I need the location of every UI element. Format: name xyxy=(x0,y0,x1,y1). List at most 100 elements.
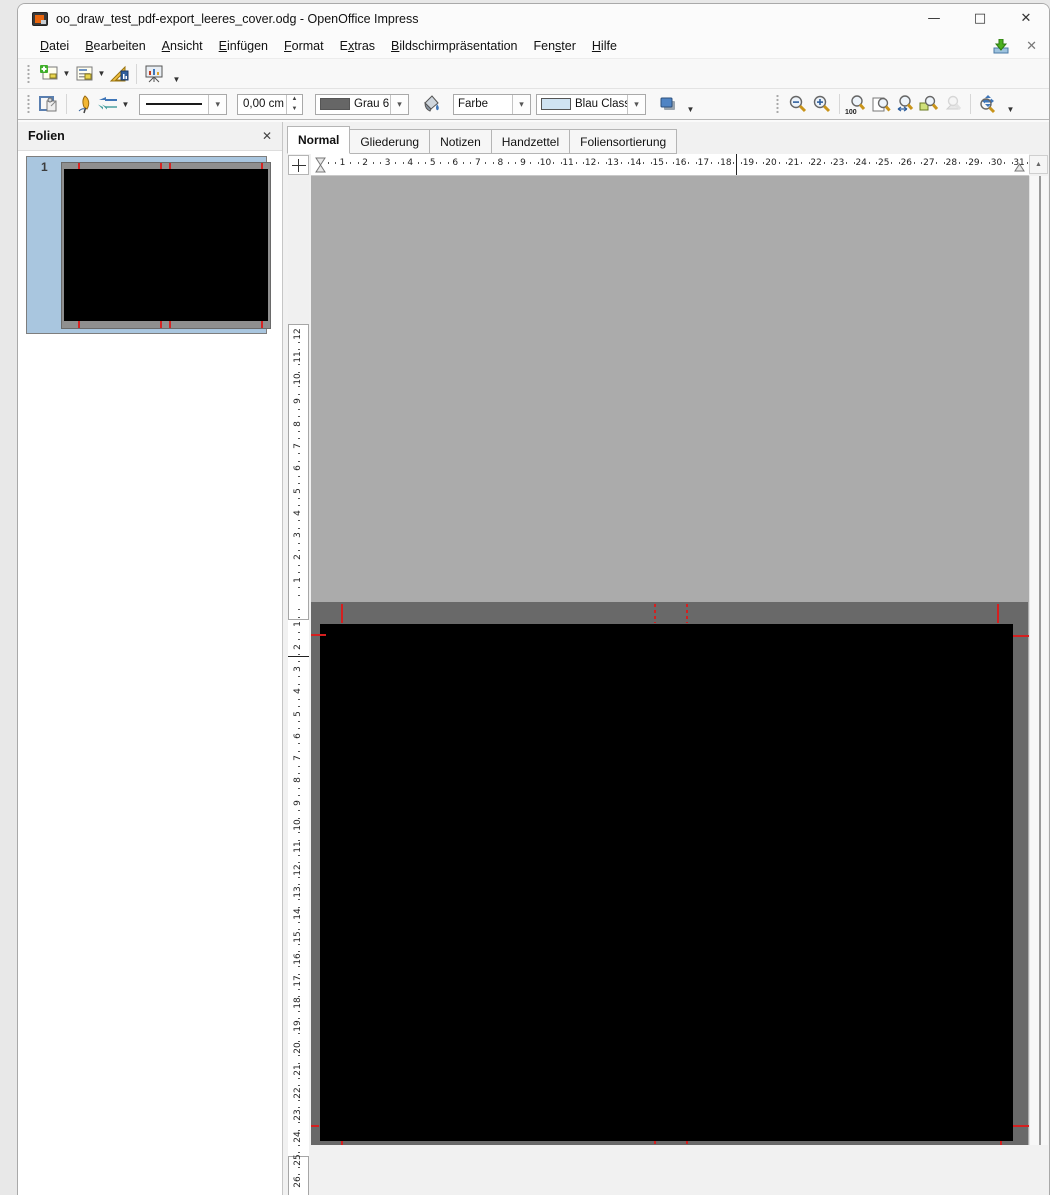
v-ruler-tick xyxy=(298,788,300,789)
panel-close-icon[interactable]: ✕ xyxy=(262,129,272,143)
menu-bearbeiten[interactable]: Bearbeiten xyxy=(77,36,153,56)
crop-mark xyxy=(341,1141,343,1145)
zoom-in-button[interactable] xyxy=(810,92,834,116)
slide-layout-button[interactable] xyxy=(72,62,96,86)
menu-hilfe[interactable]: Hilfe xyxy=(584,36,625,56)
menu-einfgen[interactable]: Einfügen xyxy=(211,36,276,56)
close-document-icon[interactable]: ✕ xyxy=(1026,38,1041,54)
v-ruler[interactable]: 1211109876543211234567891011121314151617… xyxy=(288,176,309,1195)
line-style-preview xyxy=(146,103,202,105)
v-ruler-tick xyxy=(298,989,300,990)
v-ruler-number: 5 xyxy=(293,488,303,494)
slide-design-button[interactable] xyxy=(107,62,131,86)
toolbar1-overflow-button[interactable]: ▼ xyxy=(170,61,183,87)
vertical-scrollbar[interactable] xyxy=(1029,176,1048,1145)
slide-layout-dropdown-arrow[interactable]: ▼ xyxy=(96,62,107,86)
arrow-style-button[interactable] xyxy=(96,92,120,116)
v-ruler-tick xyxy=(298,728,300,729)
zoom-page-width-button[interactable] xyxy=(893,92,917,116)
tab-normal[interactable]: Normal xyxy=(287,126,350,154)
minimize-button[interactable]: — xyxy=(911,4,957,33)
h-ruler-tick xyxy=(763,162,764,164)
h-ruler-tick xyxy=(418,162,419,164)
line-dialog-button[interactable] xyxy=(72,92,96,116)
v-ruler-tick xyxy=(298,1055,300,1056)
h-ruler-tick xyxy=(463,162,464,164)
toolbar-grip[interactable] xyxy=(775,95,780,113)
line-style-select[interactable]: ▾ xyxy=(139,94,227,115)
h-ruler-number: 4 xyxy=(407,158,413,168)
line-width-value[interactable]: 0,00 cm xyxy=(238,95,286,114)
slide-show-button[interactable] xyxy=(142,62,166,86)
v-ruler-tick xyxy=(298,438,300,439)
menu-datei[interactable]: Datei xyxy=(32,36,77,56)
h-ruler-tick xyxy=(440,162,441,164)
v-ruler-number: 18 xyxy=(293,998,303,1009)
zoom-page-button[interactable] xyxy=(869,92,893,116)
chevron-down-icon: ▾ xyxy=(390,95,408,114)
slide-thumbnail[interactable]: 1 xyxy=(26,156,267,334)
new-slide-button[interactable] xyxy=(37,62,61,86)
title-bar: oo_draw_test_pdf-export_leeres_cover.odg… xyxy=(18,4,1049,33)
update-available-icon[interactable] xyxy=(992,39,1010,54)
spin-down-icon[interactable]: ▼ xyxy=(287,104,302,114)
h-ruler-tick xyxy=(628,162,629,164)
edit-points-button[interactable] xyxy=(37,92,61,116)
spin-up-icon[interactable]: ▲ xyxy=(287,95,302,105)
area-dialog-button[interactable] xyxy=(419,92,443,116)
menu-format[interactable]: Format xyxy=(276,36,332,56)
toolbar2-overflow-button[interactable]: ▼ xyxy=(684,91,697,117)
zoom-toolbar-overflow-button[interactable]: ▼ xyxy=(1004,91,1017,117)
h-ruler-tick xyxy=(328,162,329,164)
ruler-origin-box[interactable] xyxy=(288,155,309,175)
zoom-out-button[interactable] xyxy=(786,92,810,116)
h-ruler-number: 9 xyxy=(520,158,526,168)
h-ruler-tick xyxy=(696,162,697,164)
v-ruler-tick xyxy=(298,617,300,618)
h-ruler-number: 19 xyxy=(743,158,754,168)
scrollbar-thumb[interactable] xyxy=(1039,176,1041,1145)
h-ruler[interactable]: 1234567891011121314151617181920212223242… xyxy=(311,154,1029,176)
fill-color-select[interactable]: Blau Classic ▾ xyxy=(536,94,646,115)
maximize-button[interactable]: □ xyxy=(957,4,1003,33)
v-ruler-tick xyxy=(298,476,300,477)
fill-type-select[interactable]: Farbe ▾ xyxy=(453,94,531,115)
line-color-select[interactable]: Grau 6 ▾ xyxy=(315,94,409,115)
shadow-button[interactable] xyxy=(656,92,680,116)
v-ruler-number: 6 xyxy=(293,733,303,739)
v-ruler-tick xyxy=(298,595,300,596)
line-width-spinner[interactable]: 0,00 cm ▲ ▼ xyxy=(237,94,303,115)
presentation-toolbar: ▼ ▼ xyxy=(18,59,1049,89)
scroll-up-button[interactable]: ▲ xyxy=(1029,155,1048,174)
menu-extras[interactable]: Extras xyxy=(332,36,383,56)
arrow-style-dropdown-arrow[interactable]: ▼ xyxy=(120,92,131,116)
tab-gliederung[interactable]: Gliederung xyxy=(350,129,430,154)
zoom-pan-button[interactable] xyxy=(976,92,1000,116)
v-ruler-tick xyxy=(298,773,300,774)
v-ruler-number: 12 xyxy=(293,864,303,875)
drawing-canvas[interactable] xyxy=(311,176,1029,1145)
zoom-optimal-button[interactable] xyxy=(917,92,941,116)
zoom-100-button[interactable]: 100 xyxy=(845,92,869,116)
toolbar-grip[interactable] xyxy=(26,95,31,113)
menu-ansicht[interactable]: Ansicht xyxy=(154,36,211,56)
tab-handzettel[interactable]: Handzettel xyxy=(492,129,570,154)
slides-panel-title: Folien xyxy=(18,129,65,143)
ruler-cursor-h xyxy=(736,154,737,176)
tab-notizen[interactable]: Notizen xyxy=(430,129,492,154)
v-ruler-tick xyxy=(298,453,300,454)
tab-foliensortierung[interactable]: Foliensortierung xyxy=(570,129,677,154)
menu-fenster[interactable]: Fenster xyxy=(526,36,584,56)
v-ruler-number: 17 xyxy=(293,975,303,986)
menu-bildschirmprsentation[interactable]: Bildschirmpräsentation xyxy=(383,36,525,56)
left-margin-marker[interactable] xyxy=(315,157,326,173)
v-ruler-number: 21 xyxy=(293,1065,303,1076)
toolbar-grip[interactable] xyxy=(26,65,31,83)
close-button[interactable]: ✕ xyxy=(1003,4,1049,33)
slide-content-rect[interactable] xyxy=(320,624,1013,1141)
v-ruler-tick xyxy=(298,907,300,908)
h-ruler-tick xyxy=(515,162,516,164)
v-ruler-number: 2 xyxy=(293,644,303,650)
v-ruler-tick xyxy=(298,572,300,573)
new-slide-dropdown-arrow[interactable]: ▼ xyxy=(61,62,72,86)
